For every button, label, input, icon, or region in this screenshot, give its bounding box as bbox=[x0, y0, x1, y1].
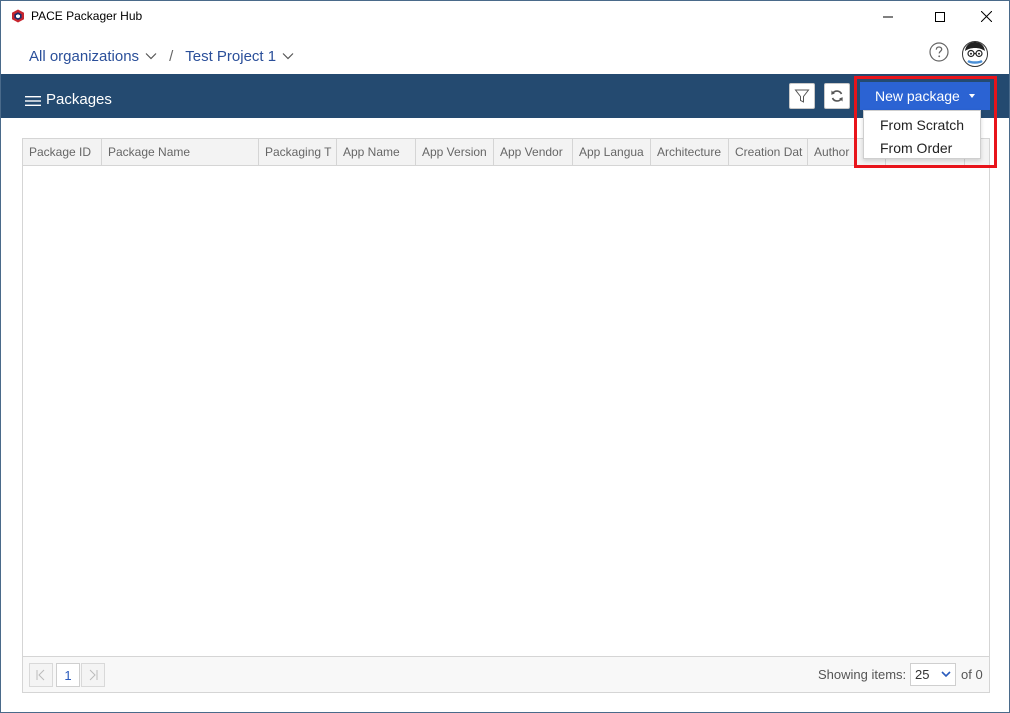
current-page-button[interactable]: 1 bbox=[56, 663, 80, 687]
chevron-down-icon bbox=[941, 671, 951, 678]
grid-header: Package ID Package Name Packaging T App … bbox=[23, 139, 989, 166]
close-icon bbox=[980, 11, 992, 22]
project-selector[interactable]: Test Project 1 bbox=[185, 48, 294, 65]
breadcrumb: All organizations / Test Project 1 bbox=[29, 45, 294, 67]
maximize-icon bbox=[935, 11, 945, 22]
column-header-app-vendor[interactable]: App Vendor bbox=[494, 139, 573, 165]
page-size-select[interactable]: 25 bbox=[910, 663, 956, 686]
highlight-annotation bbox=[854, 76, 997, 168]
total-items-label: of 0 bbox=[961, 667, 983, 682]
first-page-button[interactable] bbox=[29, 663, 53, 687]
column-header-package-name[interactable]: Package Name bbox=[102, 139, 259, 165]
app-window: PACE Packager Hub All organizations / Te… bbox=[0, 0, 1010, 713]
chevron-down-icon bbox=[282, 53, 294, 60]
column-header-app-language[interactable]: App Langua bbox=[573, 139, 651, 165]
first-page-icon bbox=[36, 669, 45, 681]
showing-items-label: Showing items: bbox=[818, 667, 907, 682]
refresh-icon bbox=[831, 90, 843, 102]
filter-button[interactable] bbox=[789, 83, 815, 109]
close-button[interactable] bbox=[963, 1, 1009, 32]
hamburger-menu-icon[interactable] bbox=[25, 95, 41, 107]
window-title: PACE Packager Hub bbox=[31, 9, 143, 23]
column-header-architecture[interactable]: Architecture bbox=[651, 139, 729, 165]
grid-pager: 1 Showing items: 25 of 0 bbox=[23, 656, 989, 692]
page-size-value: 25 bbox=[915, 667, 930, 682]
page-title: Packages bbox=[46, 91, 112, 108]
grid-body bbox=[23, 166, 989, 656]
filter-icon bbox=[794, 89, 810, 103]
last-page-icon bbox=[89, 669, 98, 681]
refresh-button[interactable] bbox=[824, 83, 850, 109]
user-avatar-icon[interactable] bbox=[962, 41, 988, 67]
column-header-app-version[interactable]: App Version bbox=[416, 139, 494, 165]
minimize-icon bbox=[883, 16, 893, 17]
organization-selector[interactable]: All organizations bbox=[29, 48, 157, 65]
pace-logo-icon bbox=[12, 9, 24, 23]
column-header-creation-date[interactable]: Creation Dat bbox=[729, 139, 808, 165]
chevron-down-icon bbox=[145, 53, 157, 60]
minimize-button[interactable] bbox=[865, 1, 911, 32]
organization-label: All organizations bbox=[29, 47, 140, 65]
last-page-button[interactable] bbox=[81, 663, 105, 687]
breadcrumb-separator: / bbox=[169, 47, 174, 65]
column-header-package-id[interactable]: Package ID bbox=[23, 139, 102, 165]
column-header-app-name[interactable]: App Name bbox=[337, 139, 416, 165]
project-label: Test Project 1 bbox=[185, 47, 277, 65]
help-icon[interactable] bbox=[929, 42, 949, 62]
column-header-packaging-type[interactable]: Packaging T bbox=[259, 139, 337, 165]
maximize-button[interactable] bbox=[917, 1, 963, 32]
packages-grid: Package ID Package Name Packaging T App … bbox=[22, 138, 990, 693]
title-bar: PACE Packager Hub bbox=[1, 1, 1009, 32]
